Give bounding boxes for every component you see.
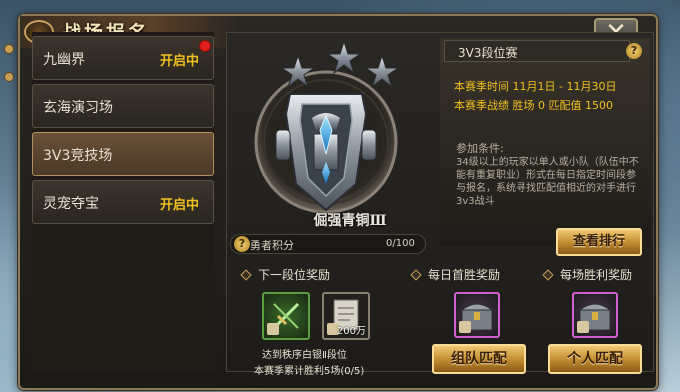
- daily-first-win-title: 每日首胜奖励: [428, 268, 501, 282]
- help-icon[interactable]: ?: [234, 236, 250, 252]
- progress-value: 0/100: [386, 238, 415, 249]
- battlefield-menu: 九幽界 开启中 玄海演习场 3V3竞技场 灵宠夺宝 开启中: [32, 32, 214, 372]
- menu-item-label: 九幽界: [43, 52, 85, 68]
- reward-weapon-slot[interactable]: [262, 292, 310, 340]
- lock-icon: [459, 321, 471, 333]
- lock-icon: [577, 321, 589, 333]
- menu-item-jiuyoujie[interactable]: 九幽界 开启中: [32, 36, 214, 80]
- per-win-reward-title: 每场胜利奖励: [560, 268, 633, 282]
- mode-help-icon[interactable]: ?: [626, 43, 642, 59]
- daily-first-win-chest[interactable]: [454, 292, 500, 338]
- target-rank-text: 达到秩序白银Ⅱ段位: [262, 350, 347, 361]
- notification-dot-icon: [199, 40, 211, 52]
- view-ranking-button[interactable]: 查看排行: [556, 228, 642, 256]
- side-pin-icon: [4, 44, 14, 54]
- item-count: 200万: [336, 326, 366, 337]
- progress-label: 勇者积分: [250, 239, 294, 252]
- menu-item-xuanhai[interactable]: 玄海演习场: [32, 84, 214, 128]
- mode-title: 3V3段位赛: [458, 46, 518, 60]
- rank-name: 倔强青铜Ⅲ: [313, 213, 387, 229]
- team-match-button[interactable]: 组队匹配: [432, 344, 526, 374]
- menu-item-status: 开启中: [159, 54, 199, 69]
- condition-text: 34级以上的玩家以单人或小队（队伍中不能有重复职业）形式在每日指定时间段参与报名…: [456, 157, 639, 207]
- menu-item-label: 玄海演习场: [43, 100, 113, 116]
- per-win-chest[interactable]: [572, 292, 618, 338]
- solo-match-button[interactable]: 个人匹配: [548, 344, 642, 374]
- menu-item-status: 开启中: [159, 198, 199, 213]
- condition-title: 参加条件:: [456, 142, 504, 155]
- season-record: 本赛季战绩 胜场 0 匹配值 1500: [454, 99, 613, 112]
- menu-item-label: 3V3竞技场: [43, 148, 113, 164]
- menu-item-label: 灵宠夺宝: [43, 196, 99, 212]
- menu-item-lingchong[interactable]: 灵宠夺宝 开启中: [32, 180, 214, 224]
- season-wins-text: 本赛季累计胜利5场(0/5): [254, 366, 365, 377]
- lock-icon: [267, 323, 279, 335]
- side-pin-icon: [4, 72, 14, 82]
- next-rank-reward-title: 下一段位奖励: [258, 268, 331, 282]
- menu-item-3v3-arena[interactable]: 3V3竞技场: [32, 132, 214, 176]
- season-time: 本赛季时间 11月1日 - 11月30日: [454, 80, 617, 93]
- reward-scroll-slot[interactable]: 200万: [322, 292, 370, 340]
- rank-badge-icon: [254, 40, 400, 214]
